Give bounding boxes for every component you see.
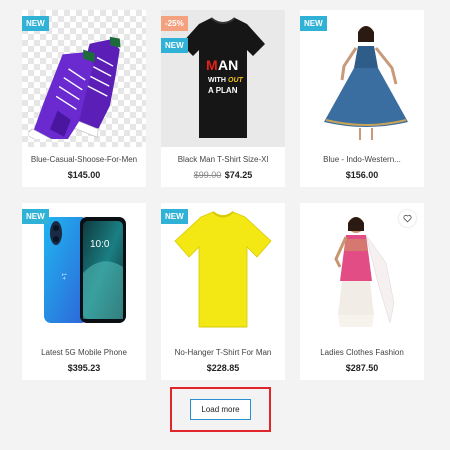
product-card[interactable]: -25% NEW M AN WITH OUT A PLAN Black Man … <box>161 10 285 187</box>
svg-text:10:0: 10:0 <box>90 239 110 250</box>
product-grid: NEW Blue-Casual-Shoose-For-Men $145.00 -… <box>22 10 424 380</box>
product-title[interactable]: No-Hanger T-Shirt For Man <box>161 348 285 357</box>
product-card[interactable]: NEW Blue-Casual-Shoose-For-Men $145.00 <box>22 10 146 187</box>
tshirt-print-with: WITH <box>208 77 226 84</box>
current-price: $74.25 <box>224 170 253 180</box>
product-image[interactable] <box>300 203 424 340</box>
product-title[interactable]: Blue-Casual-Shoose-For-Men <box>22 155 146 164</box>
current-price: $395.23 <box>67 363 101 373</box>
new-badge: NEW <box>300 16 327 31</box>
new-badge: NEW <box>22 16 49 31</box>
product-price: $145.00 <box>22 170 146 180</box>
current-price: $287.50 <box>345 363 379 373</box>
product-price: $395.23 <box>22 363 146 373</box>
product-title[interactable]: Latest 5G Mobile Phone <box>22 348 146 357</box>
product-title[interactable]: Blue - Indo-Western... <box>300 155 424 164</box>
product-price: $99.00 $74.25 <box>161 170 285 180</box>
product-card[interactable]: NEW 1+ 10:0 Latest 5G Mobile Phone $395.… <box>22 203 146 380</box>
discount-badge: -25% <box>161 16 188 31</box>
svg-text:1+: 1+ <box>60 273 66 280</box>
product-price: $287.50 <box>300 363 424 373</box>
product-price: $156.00 <box>300 170 424 180</box>
old-price: $99.00 <box>193 170 222 180</box>
product-card[interactable]: NEW Blue - Indo-Western... $156.00 <box>300 10 424 187</box>
purple-sneakers-image <box>29 36 121 139</box>
product-card[interactable]: Ladies Clothes Fashion $287.50 <box>300 203 424 380</box>
product-card[interactable]: NEW No-Hanger T-Shirt For Man $228.85 <box>161 203 285 380</box>
product-image[interactable]: NEW <box>300 10 424 147</box>
heart-icon[interactable] <box>399 210 416 227</box>
product-image[interactable]: NEW <box>22 10 146 147</box>
load-more-button[interactable]: Load more <box>190 399 251 420</box>
tshirt-print-plan: A PLAN <box>208 86 238 95</box>
product-title[interactable]: Black Man T-Shirt Size-Xl <box>161 155 285 164</box>
product-price: $228.85 <box>161 363 285 373</box>
tshirt-print-m: M <box>206 57 218 73</box>
tshirt-print-out: OUT <box>228 77 244 84</box>
load-more-highlight: Load more <box>170 387 271 432</box>
current-price: $156.00 <box>345 170 379 180</box>
new-badge: NEW <box>161 209 188 224</box>
new-badge: NEW <box>161 38 188 53</box>
current-price: $228.85 <box>206 363 240 373</box>
new-badge: NEW <box>22 209 49 224</box>
product-image[interactable]: NEW <box>161 203 285 340</box>
current-price: $145.00 <box>67 170 101 180</box>
product-title[interactable]: Ladies Clothes Fashion <box>300 348 424 357</box>
product-image[interactable]: NEW 1+ 10:0 <box>22 203 146 340</box>
tshirt-print-an: AN <box>218 57 238 73</box>
product-image[interactable]: -25% NEW M AN WITH OUT A PLAN <box>161 10 285 147</box>
